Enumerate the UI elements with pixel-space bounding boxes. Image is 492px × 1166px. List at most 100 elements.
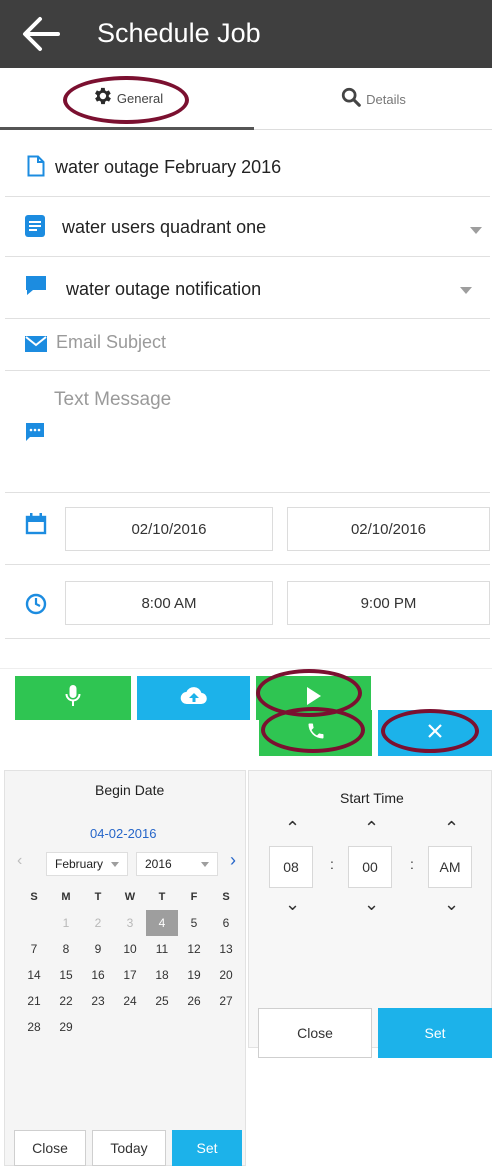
- month-select-value: February: [55, 857, 104, 871]
- calendar-day[interactable]: 14: [18, 962, 50, 988]
- chevron-down-icon[interactable]: ⌄: [285, 894, 300, 915]
- calendar-day[interactable]: 22: [50, 988, 82, 1014]
- calendar-day[interactable]: 18: [146, 962, 178, 988]
- tab-details[interactable]: Details: [254, 70, 492, 130]
- message-icon: [26, 423, 44, 446]
- calendar-day[interactable]: 29: [50, 1014, 82, 1040]
- calendar-day[interactable]: 13: [210, 936, 242, 962]
- date-today-button[interactable]: Today: [92, 1130, 166, 1166]
- cancel-button[interactable]: [378, 710, 492, 756]
- weekday-label: S: [30, 891, 38, 903]
- text-message-row[interactable]: Text Message: [5, 371, 490, 493]
- calendar-day[interactable]: 20: [210, 962, 242, 988]
- play-icon: [306, 686, 322, 711]
- year-select[interactable]: 2016: [136, 852, 218, 876]
- chevron-down-icon[interactable]: [460, 287, 472, 294]
- time-close-button[interactable]: Close: [258, 1008, 372, 1058]
- back-arrow-icon[interactable]: [20, 14, 64, 54]
- document-icon: [27, 155, 45, 182]
- date-picker-title: Begin Date: [95, 782, 165, 798]
- start-time-field[interactable]: 8:00 AM: [65, 581, 273, 625]
- chevron-up-icon[interactable]: ⌃: [364, 818, 379, 839]
- upload-button[interactable]: [137, 676, 250, 720]
- tab-general[interactable]: General: [0, 70, 254, 130]
- chevron-down-icon[interactable]: ⌄: [444, 894, 459, 915]
- email-subject-input[interactable]: Email Subject: [56, 332, 166, 353]
- microphone-icon: [65, 684, 81, 713]
- calendar-grid: S M T W T F S 1 2 3 4 5 6 7 8 9 10 11 12…: [18, 884, 242, 1040]
- weekday-label: T: [94, 891, 102, 903]
- list-icon: [25, 215, 45, 242]
- date-set-button[interactable]: Set: [172, 1130, 242, 1166]
- calendar-day[interactable]: 3: [114, 910, 146, 936]
- calendar-day[interactable]: 10: [114, 936, 146, 962]
- weekday-label: T: [158, 891, 166, 903]
- period-field[interactable]: AM: [428, 846, 472, 888]
- calendar-day[interactable]: 16: [82, 962, 114, 988]
- email-icon: [25, 336, 47, 357]
- calendar-blank: [18, 910, 50, 936]
- calendar-day[interactable]: 28: [18, 1014, 50, 1040]
- calendar-day[interactable]: 24: [114, 988, 146, 1014]
- text-message-input[interactable]: Text Message: [54, 389, 171, 411]
- job-name-row[interactable]: water outage February 2016: [5, 137, 490, 197]
- calendar-day[interactable]: 9: [82, 936, 114, 962]
- template-select[interactable]: water outage notification: [66, 279, 261, 300]
- page-title: Schedule Job: [97, 18, 261, 48]
- record-voice-button[interactable]: [15, 676, 131, 720]
- chevron-down-icon: [111, 862, 119, 867]
- start-date-field[interactable]: 02/10/2016: [65, 507, 273, 551]
- calendar-day[interactable]: 27: [210, 988, 242, 1014]
- chevron-down-icon: [201, 862, 209, 867]
- calendar-day[interactable]: 25: [146, 988, 178, 1014]
- calendar-day[interactable]: 2: [82, 910, 114, 936]
- chat-bubble-icon: [24, 275, 48, 302]
- chevron-up-icon[interactable]: ⌃: [285, 818, 300, 839]
- calendar-day-selected[interactable]: 4: [146, 910, 178, 936]
- minute-field[interactable]: 00: [348, 846, 392, 888]
- time-picker-title: Start Time: [340, 790, 404, 806]
- email-subject-row[interactable]: Email Subject: [5, 319, 490, 371]
- tab-general-label: General: [116, 91, 164, 106]
- time-set-button[interactable]: Set: [378, 1008, 492, 1058]
- time-separator: :: [410, 856, 414, 872]
- calendar-day[interactable]: 23: [82, 988, 114, 1014]
- calendar-day[interactable]: 26: [178, 988, 210, 1014]
- calendar-day[interactable]: 21: [18, 988, 50, 1014]
- month-select[interactable]: February: [46, 852, 128, 876]
- calendar-day[interactable]: 19: [178, 962, 210, 988]
- phone-icon: [306, 721, 326, 746]
- tab-details-label: Details: [366, 92, 406, 107]
- weekday-label: M: [61, 891, 71, 903]
- weekday-label: W: [124, 891, 136, 903]
- template-row[interactable]: water outage notification: [5, 257, 490, 319]
- search-icon: [340, 86, 362, 113]
- calendar-day[interactable]: 17: [114, 962, 146, 988]
- date-close-button[interactable]: Close: [14, 1130, 86, 1166]
- call-button[interactable]: [259, 710, 372, 756]
- calendar-day[interactable]: 8: [50, 936, 82, 962]
- end-time-field[interactable]: 9:00 PM: [287, 581, 490, 625]
- calendar-day[interactable]: 15: [50, 962, 82, 988]
- calendar-day[interactable]: 6: [210, 910, 242, 936]
- date-picker-selected-date: 04-02-2016: [90, 826, 157, 841]
- group-row[interactable]: water users quadrant one: [5, 197, 490, 257]
- calendar-day[interactable]: 1: [50, 910, 82, 936]
- calendar-day[interactable]: 5: [178, 910, 210, 936]
- chevron-down-icon[interactable]: [470, 227, 482, 234]
- calendar-day[interactable]: 12: [178, 936, 210, 962]
- clock-icon: [25, 593, 47, 620]
- gear-icon: [91, 85, 113, 112]
- hour-field[interactable]: 08: [269, 846, 313, 888]
- close-icon: [426, 722, 444, 745]
- calendar-day[interactable]: 11: [146, 936, 178, 962]
- calendar-day[interactable]: 7: [18, 936, 50, 962]
- job-name-field[interactable]: water outage February 2016: [55, 157, 281, 178]
- group-select[interactable]: water users quadrant one: [62, 217, 266, 238]
- chevron-left-icon[interactable]: ‹: [17, 852, 22, 870]
- chevron-right-icon[interactable]: ›: [230, 850, 236, 871]
- end-date-field[interactable]: 02/10/2016: [287, 507, 490, 551]
- chevron-up-icon[interactable]: ⌃: [444, 818, 459, 839]
- chevron-down-icon[interactable]: ⌄: [364, 894, 379, 915]
- weekday-label: S: [222, 891, 230, 903]
